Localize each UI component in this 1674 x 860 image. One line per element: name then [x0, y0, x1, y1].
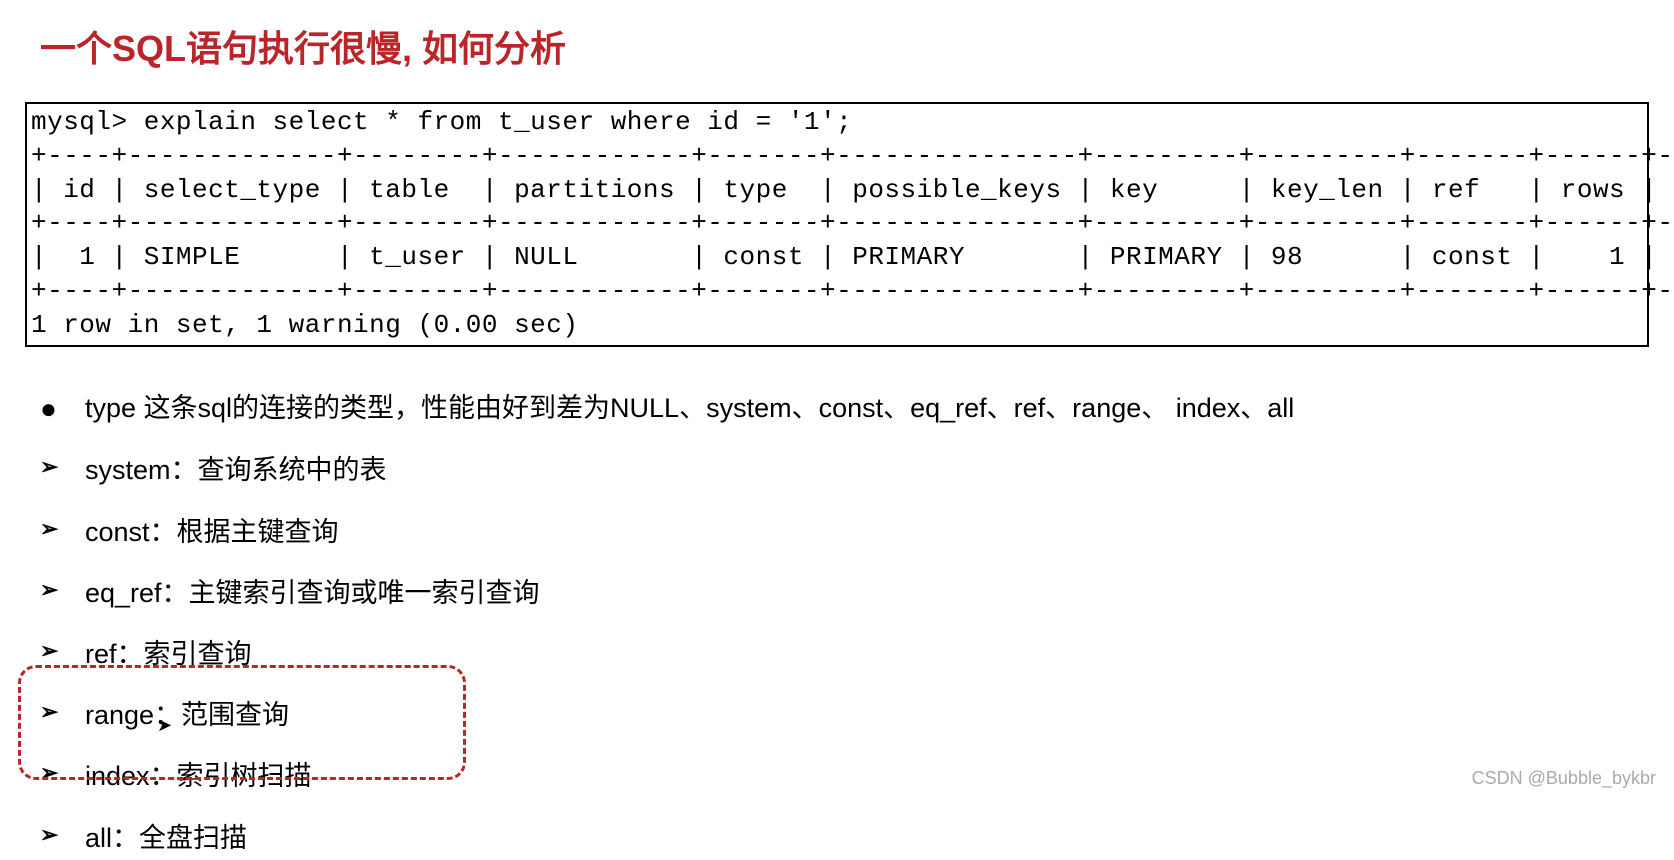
arrow-icon: ➢ — [40, 817, 85, 852]
page-title: 一个SQL语句执行很慢, 如何分析 — [40, 20, 1654, 72]
sub-bullet-text: all：全盘扫描 — [85, 817, 1654, 860]
watermark-text: CSDN @Bubble_bykbr — [1472, 768, 1656, 789]
arrow-icon: ➢ — [40, 633, 85, 668]
disc-icon: ● — [40, 387, 85, 432]
sub-bullet-text: eq_ref：主键索引查询或唯一索引查询 — [85, 572, 1654, 615]
table-border-bottom: +----+-------------+--------+-----------… — [31, 276, 1674, 306]
sub-bullet-text: system：查询系统中的表 — [85, 449, 1654, 492]
arrow-icon: ➢ — [40, 511, 85, 546]
sub-bullet-all: ➢ all：全盘扫描 — [40, 817, 1654, 860]
highlight-annotation-box — [18, 665, 466, 780]
sub-bullet-system: ➢ system：查询系统中的表 — [40, 449, 1654, 492]
table-border-top: +----+-------------+--------+-----------… — [31, 141, 1674, 171]
table-data-row: | 1 | SIMPLE | t_user | NULL | const | P… — [31, 242, 1674, 272]
sql-prompt-line: mysql> explain select * from t_user wher… — [31, 107, 852, 137]
cursor-icon: ➤ — [157, 715, 172, 736]
result-footer: 1 row in set, 1 warning (0.00 sec) — [31, 310, 579, 340]
main-bullet: ● type 这条sql的连接的类型，性能由好到差为NULL、system、co… — [40, 387, 1654, 432]
sub-bullet-const: ➢ const：根据主键查询 — [40, 511, 1654, 554]
explain-output-box: mysql> explain select * from t_user wher… — [25, 102, 1649, 347]
arrow-icon: ➢ — [40, 572, 85, 607]
arrow-icon: ➢ — [40, 449, 85, 484]
table-border-mid: +----+-------------+--------+-----------… — [31, 208, 1674, 238]
main-bullet-text: type 这条sql的连接的类型，性能由好到差为NULL、system、cons… — [85, 387, 1654, 430]
sub-bullet-eqref: ➢ eq_ref：主键索引查询或唯一索引查询 — [40, 572, 1654, 615]
sub-bullet-text: const：根据主键查询 — [85, 511, 1654, 554]
table-header-row: | id | select_type | table | partitions … — [31, 175, 1674, 205]
